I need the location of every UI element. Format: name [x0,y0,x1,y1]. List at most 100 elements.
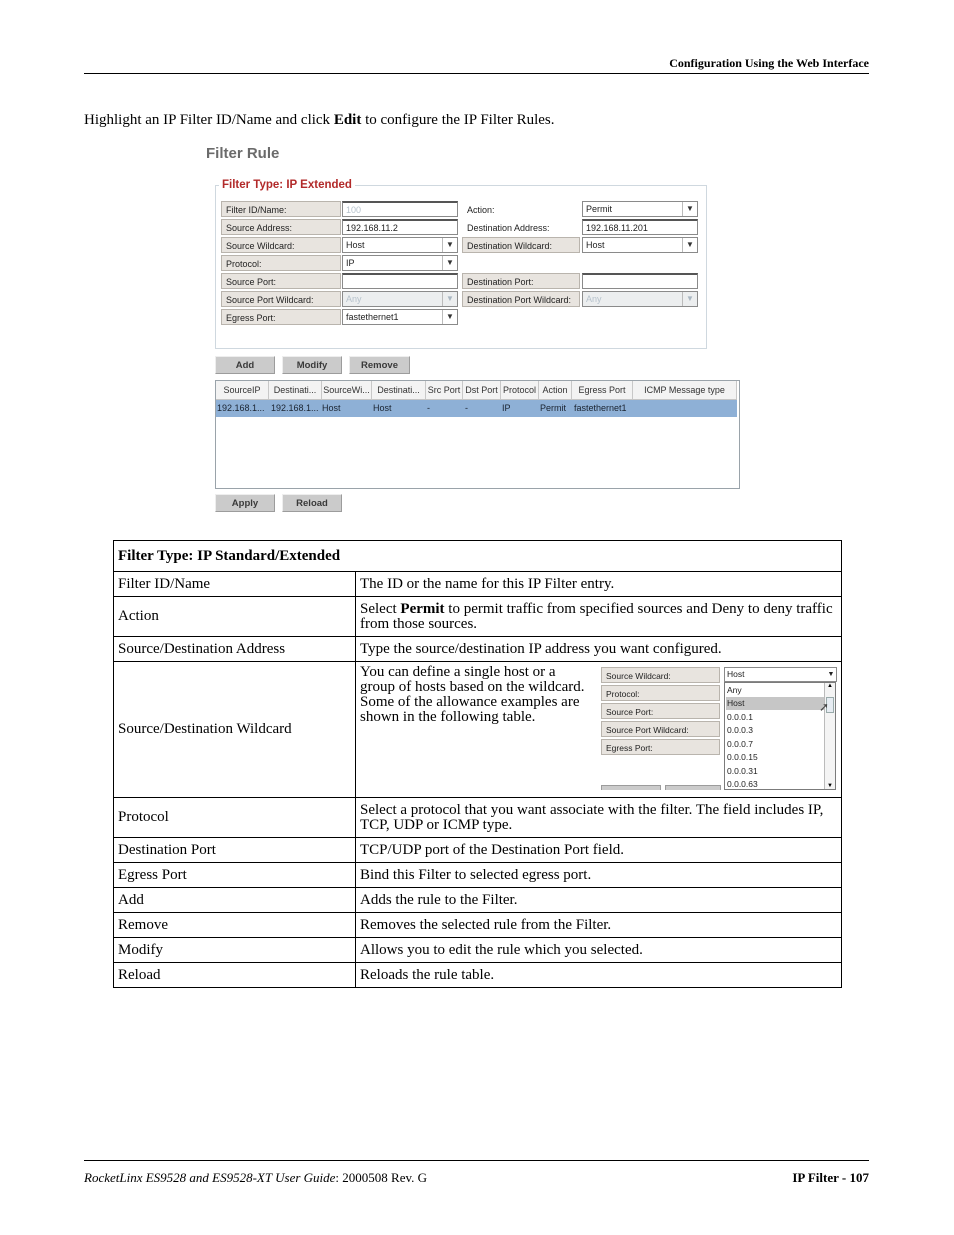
scroll-down-icon[interactable]: ▼ [825,783,835,789]
source-port-wildcard-select[interactable]: Any ▼ [342,291,458,307]
page-title: Filter Rule [206,145,280,162]
footer-doc-number: : 2000508 Rev. G [335,1170,428,1185]
chevron-down-icon: ▼ [442,238,457,252]
mini-label: Protocol: [601,685,720,701]
filter-id-label: Filter ID/Name: [221,201,341,217]
source-address-field[interactable]: 192.168.11.2 [342,219,458,235]
intro-paragraph: Highlight an IP Filter ID/Name and click… [84,112,555,129]
option[interactable]: 0.0.0.63 [726,778,827,790]
section-title: Filter Type: IP Extended [219,179,355,191]
destination-port-wildcard-select[interactable]: Any ▼ [582,291,698,307]
egress-port-label: Egress Port: [221,309,341,325]
option[interactable]: 0.0.0.15 [726,751,827,764]
table-row: Egress Port Bind this Filter to selected … [113,862,842,888]
description-bold: Permit [400,600,445,617]
description: Select a protocol that you want associat… [355,797,842,838]
chevron-down-icon: ▼ [442,310,457,324]
cell-src-port: - [427,403,430,413]
column-header[interactable]: SourceWi... [322,381,372,399]
scroll-up-icon[interactable]: ▲ [825,683,835,689]
apply-button[interactable]: Apply [215,494,275,512]
description: Adds the rule to the Filter. [355,887,842,913]
footer-guide-title: RocketLinx ES9528 and ES9528-XT User Gui… [84,1170,336,1185]
destination-port-label: Destination Port: [462,273,580,289]
source-port-field[interactable] [342,273,458,289]
reload-button[interactable]: Reload [282,494,342,512]
wildcard-options-list: Any Host 0.0.0.1 0.0.0.3 0.0.0.7 0.0.0.1… [724,682,836,790]
rule-table: SourceIP Destinati... SourceWi... Destin… [215,380,740,489]
rule-table-header: SourceIP Destinati... SourceWi... Destin… [216,381,737,400]
source-wildcard-select[interactable]: Host ▼ [342,237,458,253]
option[interactable]: 0.0.0.1 [726,711,827,724]
footer-rule [84,1160,869,1161]
term: Destination Port [113,837,356,863]
action-value: Permit [586,204,613,214]
egress-port-value: fastethernet1 [346,312,399,322]
destination-wildcard-value: Host [586,240,605,250]
egress-port-select[interactable]: fastethernet1 ▼ [342,309,458,325]
mini-modify-button [665,785,721,790]
destination-wildcard-label: Destination Wildcard: [462,237,580,253]
chevron-down-icon: ▼ [442,256,457,270]
column-header[interactable]: Src Port [426,381,463,399]
description: Bind this Filter to selected egress port… [355,862,842,888]
mini-label: Egress Port: [601,739,720,755]
destination-address-label: Destination Address: [462,219,580,235]
intro-bold: Edit [333,112,362,128]
option[interactable]: Any [726,684,827,697]
column-header[interactable]: SourceIP [216,381,269,399]
wildcard-dropdown-screenshot: Source Wildcard: Protocol: Source Port: … [601,666,837,790]
document-page: Configuration Using the Web Interface Hi… [0,0,954,1235]
remove-button[interactable]: Remove [349,356,410,374]
mouse-pointer-icon: ➚ [819,700,830,714]
chevron-down-icon: ▼ [682,292,697,306]
table-row[interactable]: 192.168.1... 192.168.1... Host Host - - … [216,400,737,417]
source-port-wildcard-value: Any [346,294,362,304]
scrollbar[interactable]: ▲ ▼ [824,683,835,789]
description: Reloads the rule table. [355,962,842,988]
action-select[interactable]: Permit ▼ [582,201,698,217]
term: Filter ID/Name [113,571,356,597]
description: Allows you to edit the rule which you se… [355,937,842,963]
modify-button[interactable]: Modify [282,356,342,374]
cell-egress-port: fastethernet1 [574,403,627,413]
protocol-select[interactable]: IP ▼ [342,255,458,271]
destination-port-wildcard-value: Any [586,294,602,304]
cell-action: Permit [540,403,567,413]
option[interactable]: 0.0.0.31 [726,765,827,778]
protocol-value: IP [346,258,355,268]
table-row: Filter ID/Name The ID or the name for thi… [113,571,842,597]
destination-port-field[interactable] [582,273,698,289]
column-header[interactable]: ICMP Message type [633,381,737,399]
column-header[interactable]: Destinati... [372,381,426,399]
description-text: You can define a single host or a group … [360,664,585,725]
table-row: Remove Removes the selected rule from the… [113,912,842,938]
column-header[interactable]: Egress Port [572,381,633,399]
destination-address-field[interactable]: 192.168.11.201 [582,219,698,235]
footer-left: RocketLinx ES9528 and ES9528-XT User Gui… [84,1170,427,1186]
column-header[interactable]: Dst Port [463,381,501,399]
add-button[interactable]: Add [215,356,275,374]
term: Egress Port [113,862,356,888]
mini-label: Source Wildcard: [601,667,720,683]
column-header[interactable]: Destinati... [269,381,322,399]
footer-page-number: IP Filter - 107 [792,1170,869,1185]
column-header[interactable]: Protocol [501,381,539,399]
cell-source-wildcard: Host [322,403,341,413]
running-header: Configuration Using the Web Interface [669,56,869,70]
chevron-down-icon: ▼ [682,202,697,216]
term: Remove [113,912,356,938]
cell-destination-wildcard: Host [373,403,392,413]
destination-wildcard-select[interactable]: Host ▼ [582,237,698,253]
option-highlighted[interactable]: Host [726,697,827,711]
option[interactable]: 0.0.0.7 [726,738,827,751]
filter-id-field[interactable]: 100 [342,201,458,217]
column-header[interactable]: Action [539,381,572,399]
term: Action [113,596,356,637]
destination-port-wildcard-label: Destination Port Wildcard: [462,291,580,307]
description: Removes the selected rule from the Filte… [355,912,842,938]
option[interactable]: 0.0.0.3 [726,724,827,737]
description: Type the source/destination IP address y… [355,636,842,662]
wildcard-select[interactable]: Host ▼ [724,667,837,682]
description: TCP/UDP port of the Destination Port fie… [355,837,842,863]
